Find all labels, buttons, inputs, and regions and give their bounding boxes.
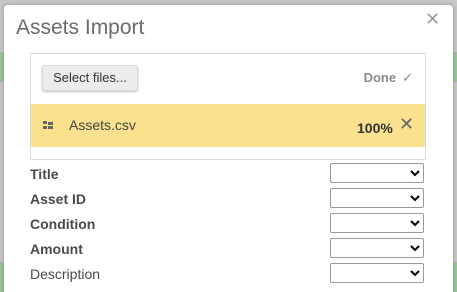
field-label-condition: Condition xyxy=(30,216,96,232)
background-accent xyxy=(453,52,457,82)
field-select-condition[interactable] xyxy=(330,213,424,233)
field-row-asset-id: Asset ID xyxy=(30,188,430,210)
upload-status-label: Done xyxy=(363,70,397,85)
field-select-amount[interactable] xyxy=(330,238,424,258)
field-label-amount: Amount xyxy=(30,241,83,257)
upload-progress: 100% xyxy=(357,120,393,136)
field-row-title: Title xyxy=(30,163,430,185)
upload-status: Done ✓ xyxy=(364,70,413,86)
file-row: Assets.csv 100% ✕ xyxy=(31,104,425,147)
dialog-title: Assets Import xyxy=(16,16,145,39)
field-row-description: Description xyxy=(30,263,430,285)
checkmark-icon: ✓ xyxy=(402,70,413,85)
assets-import-dialog: Assets Import ✕ Select files... Done ✓ As… xyxy=(4,5,453,292)
upload-toolbar: Select files... Done ✓ xyxy=(31,54,425,104)
field-select-description[interactable] xyxy=(330,263,424,283)
file-name: Assets.csv xyxy=(69,117,136,133)
field-row-condition: Condition xyxy=(30,213,430,235)
field-label-asset-id: Asset ID xyxy=(30,191,87,207)
field-select-asset-id[interactable] xyxy=(330,188,424,208)
select-files-button[interactable]: Select files... xyxy=(42,65,138,91)
file-icon xyxy=(43,121,53,131)
field-label-title: Title xyxy=(30,166,59,182)
field-select-title[interactable] xyxy=(330,163,424,183)
field-row-amount: Amount xyxy=(30,238,430,260)
background-accent xyxy=(453,262,457,292)
close-icon[interactable]: ✕ xyxy=(425,9,440,29)
file-upload-area: Select files... Done ✓ Assets.csv 100% ✕ xyxy=(30,53,426,160)
remove-file-icon[interactable]: ✕ xyxy=(399,114,414,135)
field-label-description: Description xyxy=(30,266,101,282)
